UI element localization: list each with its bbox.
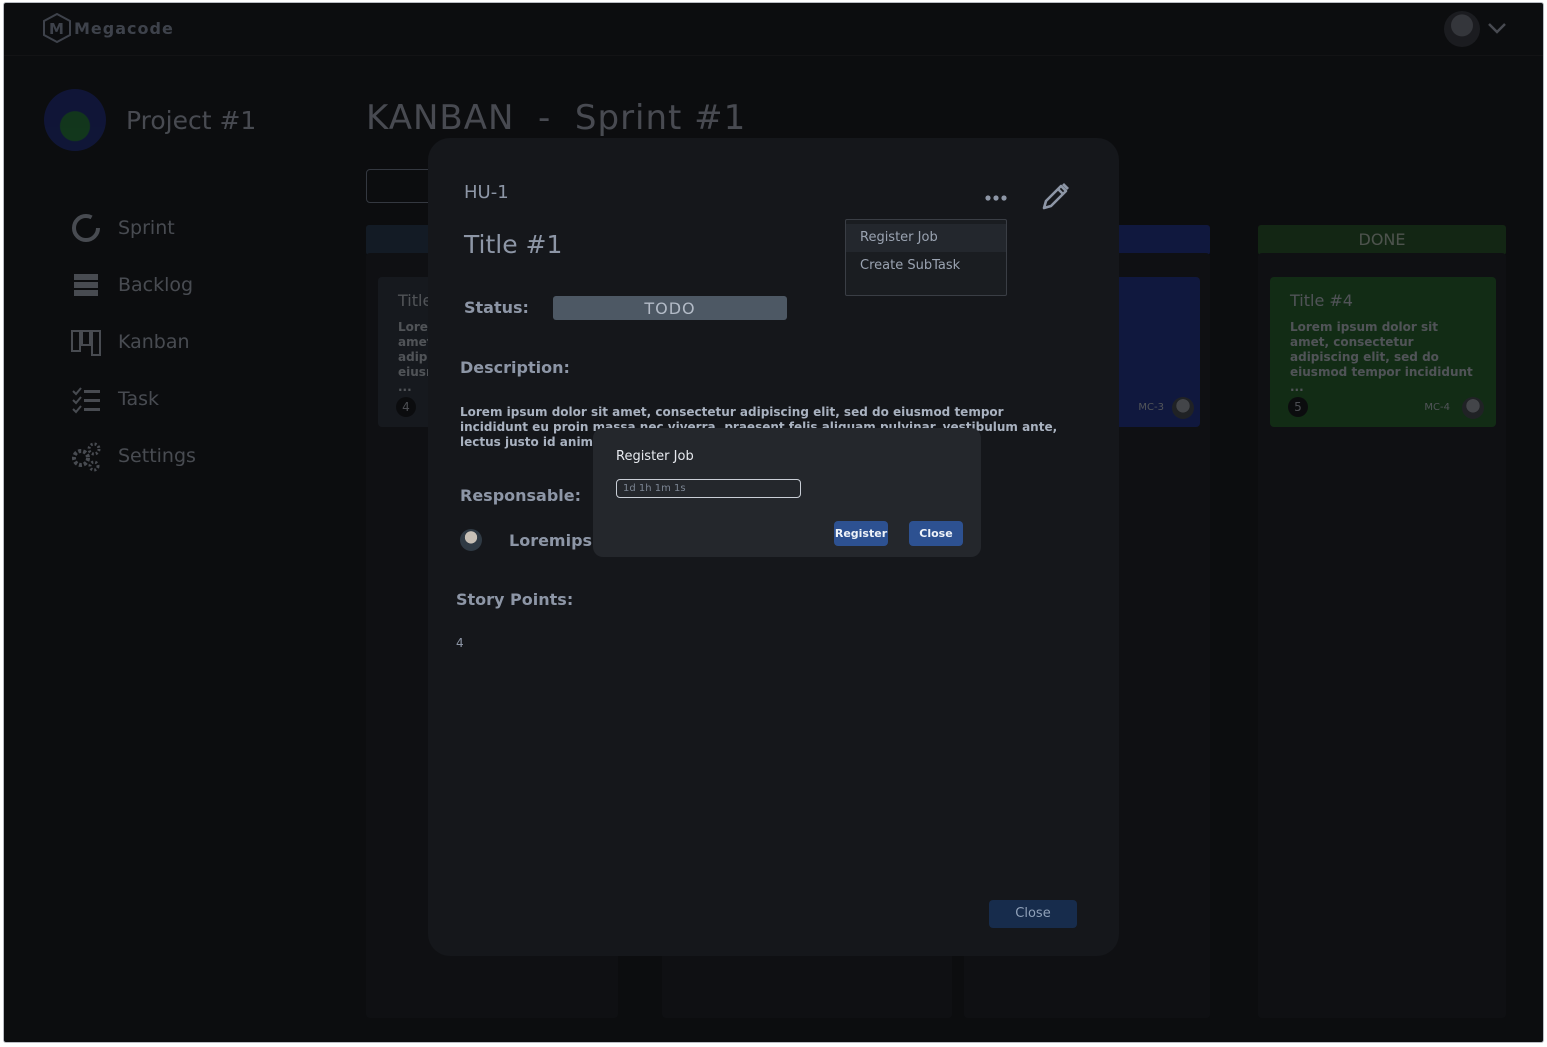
column-header-done: DONE [1258,225,1506,255]
kanban-board-icon [71,329,101,356]
project-header: Project #1 [44,89,256,151]
card-code: MC-3 [1138,402,1164,413]
job-duration-input[interactable] [616,479,801,498]
user-avatar[interactable] [1444,11,1480,47]
menu-item-register-job[interactable]: Register Job [846,224,1006,252]
more-options-menu: Register Job Create SubTask [845,219,1007,296]
description-label: Description: [460,358,570,377]
kanban-card[interactable]: Title #4 Lorem ipsum dolor sit amet, con… [1270,277,1496,427]
stack-icon [74,273,98,296]
register-button[interactable]: Register [834,521,888,546]
card-code: MC-4 [1424,402,1450,413]
sidebar-item-settings[interactable]: Settings [70,427,196,484]
status-label: Status: [464,298,529,317]
logo-text: Megacode [74,18,174,38]
story-points-value: 4 [456,636,464,650]
app-window: M Megacode Project #1 Sprint Backlog Kan… [4,3,1543,1042]
sidebar-item-kanban[interactable]: Kanban [70,313,196,370]
sidebar-item-label: Task [118,387,160,410]
responsable-label: Responsable: [460,486,582,505]
sidebar-item-label: Sprint [118,216,175,239]
sidebar-item-sprint[interactable]: Sprint [70,199,196,256]
card-assignee-avatar [1172,397,1194,419]
logo-hexagon-icon: M [43,13,71,43]
card-assignee-avatar [1462,397,1484,419]
sidebar-item-label: Kanban [118,330,190,353]
responsable-avatar [460,529,482,551]
task-id: HU-1 [464,182,509,203]
card-title: Title #4 [1290,291,1353,310]
menu-item-create-subtask[interactable]: Create SubTask [846,252,1006,280]
logo[interactable]: M Megacode [42,13,174,43]
chevron-down-icon[interactable] [1486,17,1508,39]
top-bar: M Megacode [4,3,1543,56]
logo-letter: M [49,20,65,38]
card-points-badge: 5 [1288,397,1308,417]
project-name: Project #1 [126,105,257,135]
status-badge[interactable]: TODO [553,296,787,320]
sidebar-item-label: Backlog [118,273,194,296]
card-description: Lorem ipsum dolor sit amet, consectetur … [1290,320,1473,394]
gears-icon [72,442,101,471]
modal-close-button[interactable]: Close [989,900,1077,928]
sidebar-item-backlog[interactable]: Backlog [70,256,196,313]
sidebar-item-label: Settings [118,444,196,467]
register-job-close-button[interactable]: Close [909,521,963,546]
pencil-icon[interactable] [1040,180,1072,212]
more-options-icon[interactable] [984,190,1008,206]
sidebar-item-task[interactable]: Task [70,370,196,427]
responsable-name: Loremipsu [509,531,604,550]
story-points-label: Story Points: [456,590,574,609]
task-title: Title #1 [464,230,563,259]
checklist-icon [72,386,100,413]
project-avatar [44,89,106,151]
circle-progress-icon [72,213,100,242]
register-job-dialog: Register Job Register Close [593,428,981,557]
page-title: KANBAN - Sprint #1 [366,98,747,138]
card-points-badge: 4 [396,397,416,417]
sidebar-nav: Sprint Backlog Kanban Task Settings [70,199,196,484]
register-job-title: Register Job [616,449,694,464]
